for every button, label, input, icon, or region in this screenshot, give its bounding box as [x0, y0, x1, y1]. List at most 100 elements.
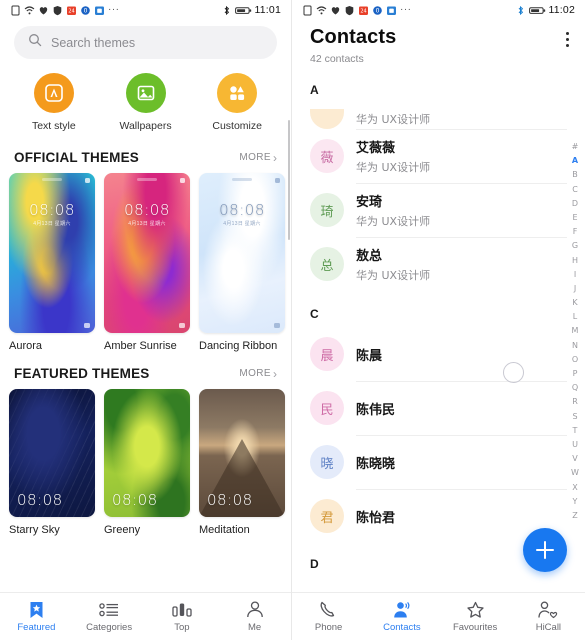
alphabet-index[interactable]: # A B C D E F G H I J K L M N O P Q R S …: [568, 140, 582, 523]
alpha-index-item[interactable]: I: [574, 268, 576, 282]
alpha-index-item[interactable]: S: [572, 410, 577, 424]
theme-card[interactable]: 08:08 Starry Sky: [9, 389, 95, 536]
battery-icon: [529, 5, 546, 16]
alpha-index-item[interactable]: P: [573, 367, 578, 381]
shortcut-customize[interactable]: Customize: [191, 73, 283, 132]
official-more-button[interactable]: MORE ›: [239, 152, 277, 164]
list-item[interactable]: 晨 陈晨: [310, 327, 585, 381]
nav-tab-top[interactable]: Top: [146, 601, 219, 633]
search-input[interactable]: Search themes: [14, 26, 277, 59]
list-item[interactable]: 民 陈伟民: [310, 381, 585, 435]
nav-tab-favourites[interactable]: Favourites: [439, 601, 512, 633]
thumb-clock: 08:08: [17, 491, 63, 509]
nav-tab-hicall[interactable]: HiCall: [512, 601, 585, 633]
featured-more-button[interactable]: MORE ›: [239, 368, 277, 380]
alpha-index-item-active[interactable]: A: [572, 154, 578, 168]
notch: [137, 178, 157, 181]
contact-text: 艾薇薇 华为 UX设计师: [356, 137, 430, 175]
themes-status-bar: 24 0 ··· 11:01: [0, 0, 291, 20]
alpha-index-item[interactable]: G: [572, 239, 578, 253]
contact-name: 陈晨: [356, 345, 382, 364]
thumb-time: 08:08: [219, 201, 265, 219]
list-item[interactable]: 晓 陈晓晓: [310, 435, 585, 489]
contacts-count: 42 contacts: [310, 53, 396, 65]
corner-dot: [274, 323, 280, 328]
alpha-index-item[interactable]: O: [572, 353, 578, 367]
alpha-index-item[interactable]: J: [574, 282, 576, 296]
alpha-index-item[interactable]: V: [572, 452, 577, 466]
bluetooth-icon: [515, 5, 526, 16]
alpha-index-item[interactable]: #: [572, 140, 579, 154]
nav-label: Contacts: [383, 622, 421, 633]
status-dot: [180, 178, 185, 183]
shortcut-wallpapers[interactable]: Wallpapers: [100, 73, 192, 132]
alpha-index-item[interactable]: X: [572, 481, 577, 495]
theme-thumbnail: 08:08: [9, 389, 95, 517]
theme-card[interactable]: 08:08 Meditation: [199, 389, 285, 536]
list-item[interactable]: [310, 577, 585, 580]
list-item[interactable]: 琦 安琦 华为 UX设计师: [310, 183, 585, 237]
theme-card[interactable]: 08:08 4月13日 星期六 Dancing Ribbon: [199, 173, 285, 352]
shortcut-text-style[interactable]: Text style: [8, 73, 100, 132]
list-item[interactable]: 薇 艾薇薇 华为 UX设计师: [310, 129, 585, 183]
nav-tab-me[interactable]: Me: [218, 601, 291, 633]
vertical-scrollbar[interactable]: [288, 120, 290, 240]
thumb-clock: 08:08: [112, 491, 158, 509]
featured-themes-row: 08:08 Starry Sky 08:08 Greeny 08:08: [0, 389, 291, 538]
avatar: 民: [310, 391, 344, 425]
status-time: 11:01: [255, 4, 282, 16]
alpha-index-item[interactable]: T: [573, 424, 578, 438]
nav-label: Categories: [86, 622, 132, 633]
contacts-list[interactable]: A 华为 UX设计师 薇 艾薇薇 华为 UX设计师 琦 安琦 华为 UX设计师: [292, 75, 585, 580]
chevron-right-icon: ›: [273, 152, 277, 164]
alpha-index-item[interactable]: Q: [572, 381, 578, 395]
section-title: OFFICIAL THEMES: [14, 150, 139, 165]
nav-label: Me: [248, 622, 261, 633]
svg-text:24: 24: [360, 8, 366, 14]
wifi-icon: [24, 5, 35, 16]
themes-bottom-nav: Featured Categories Top Me: [0, 592, 291, 640]
chevron-right-icon: ›: [273, 368, 277, 380]
theme-card[interactable]: 08:08 4月13日 星期六 Amber Sunrise: [104, 173, 190, 352]
thumb-date: 4月13日 星期六: [124, 220, 170, 227]
alpha-index-item[interactable]: E: [572, 211, 577, 225]
alpha-index-item[interactable]: M: [572, 324, 579, 338]
contact-text: 安琦 华为 UX设计师: [356, 191, 430, 229]
alpha-index-item[interactable]: N: [572, 339, 578, 353]
alpha-index-item[interactable]: W: [571, 466, 579, 480]
add-contact-fab[interactable]: [523, 528, 567, 572]
nav-tab-featured[interactable]: Featured: [0, 601, 73, 633]
alpha-index-item[interactable]: C: [572, 183, 578, 197]
customize-icon: [217, 73, 257, 113]
theme-name: Meditation: [199, 524, 285, 536]
status-overflow-dots: ···: [400, 6, 412, 14]
contact-name: 敖总: [356, 245, 430, 264]
avatar: 薇: [310, 139, 344, 173]
theme-card[interactable]: 08:08 4月13日 星期六 Aurora: [9, 173, 95, 352]
shortcut-label: Customize: [212, 120, 262, 132]
nav-tab-contacts[interactable]: Contacts: [365, 601, 438, 633]
alpha-index-item[interactable]: Z: [572, 509, 577, 523]
alpha-index-item[interactable]: Y: [573, 495, 578, 509]
list-item[interactable]: 华为 UX设计师: [310, 103, 585, 129]
wallpapers-icon: [126, 73, 166, 113]
list-item[interactable]: 总 敖总 华为 UX设计师: [310, 237, 585, 291]
thumb-clock: 08:08 4月13日 星期六: [219, 201, 265, 227]
thumb-time: 08:08: [207, 491, 253, 509]
alpha-index-item[interactable]: B: [572, 168, 578, 182]
featured-themes-header: FEATURED THEMES MORE ›: [0, 354, 291, 389]
nav-tab-phone[interactable]: Phone: [292, 601, 365, 633]
alpha-index-item[interactable]: U: [572, 438, 578, 452]
alpha-index-item[interactable]: D: [572, 197, 578, 211]
theme-card[interactable]: 08:08 Greeny: [104, 389, 190, 536]
theme-name: Dancing Ribbon: [199, 340, 285, 352]
contact-org: 华为 UX设计师: [356, 267, 430, 283]
alpha-index-item[interactable]: L: [573, 310, 577, 324]
nav-tab-categories[interactable]: Categories: [73, 601, 146, 633]
kebab-menu-icon[interactable]: [566, 26, 569, 47]
theme-name: Aurora: [9, 340, 95, 352]
alpha-index-item[interactable]: H: [572, 254, 578, 268]
alpha-index-item[interactable]: F: [573, 225, 578, 239]
alpha-index-item[interactable]: R: [572, 395, 578, 409]
alpha-index-item[interactable]: K: [572, 296, 577, 310]
